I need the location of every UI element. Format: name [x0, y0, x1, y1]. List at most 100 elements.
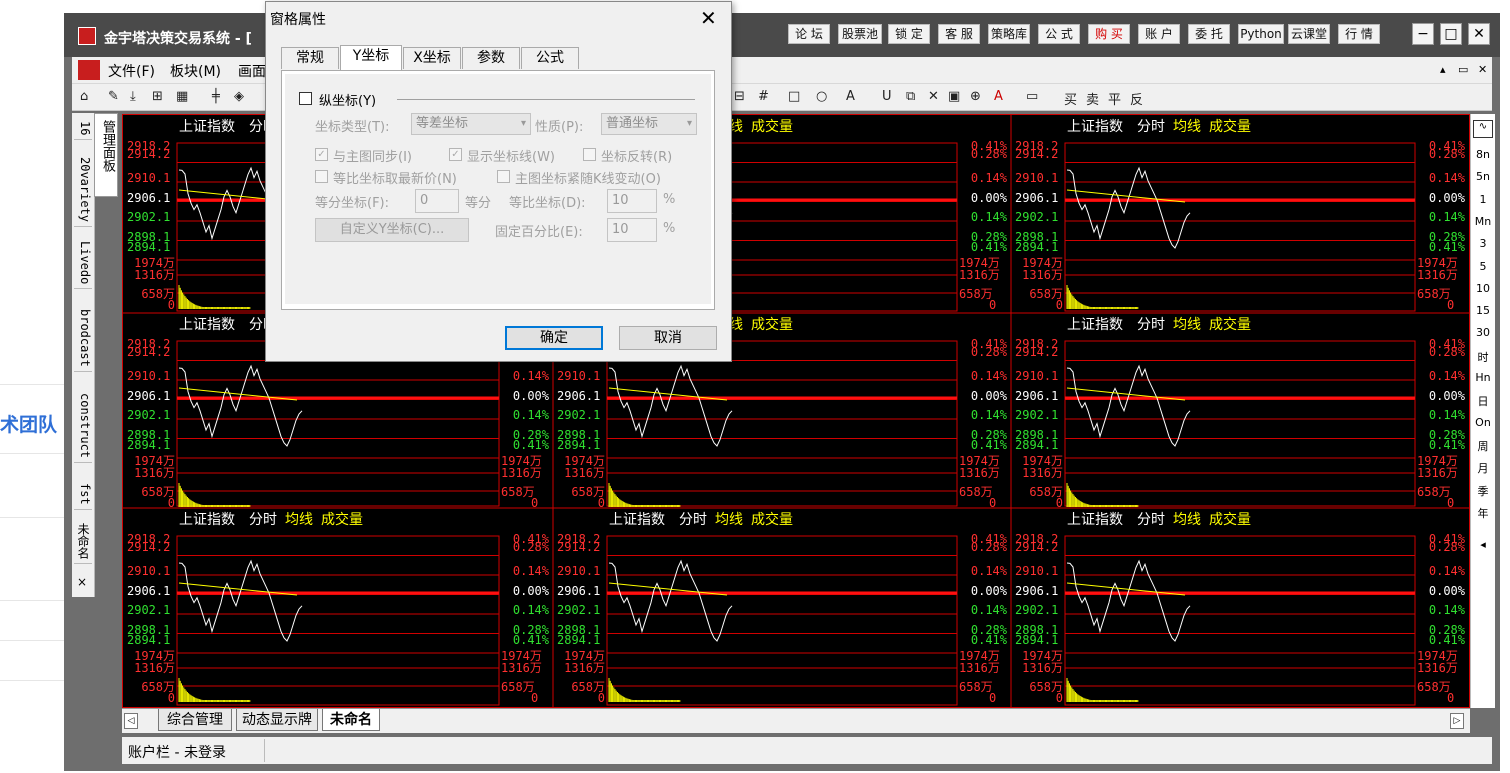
sync-main-checkbox[interactable]: ✓	[315, 148, 328, 161]
bottom-tab-dynamic-board[interactable]: 动态显示牌	[236, 709, 318, 731]
top-button-python[interactable]: Python	[1238, 24, 1284, 44]
tab-params[interactable]: 参数	[462, 47, 520, 69]
tab-y-axis[interactable]: Y坐标	[340, 45, 402, 70]
rect-icon[interactable]: □	[788, 89, 800, 104]
candle-icon[interactable]: ╪	[212, 89, 220, 104]
toolbar-sell[interactable]: 卖	[1086, 89, 1099, 108]
download-icon[interactable]: ⤓	[130, 89, 136, 104]
top-button-quotes[interactable]: 行 情	[1338, 24, 1380, 44]
period-button[interactable]: 8n	[1471, 148, 1495, 161]
management-panel-tab[interactable]: 管理面板	[94, 113, 118, 197]
toolbar-reverse[interactable]: 反	[1130, 89, 1143, 108]
period-button[interactable]: 10	[1471, 282, 1495, 295]
cancel-button[interactable]: 取消	[619, 326, 717, 350]
tab-x-axis[interactable]: X坐标	[403, 47, 461, 69]
period-button[interactable]: 1	[1471, 193, 1495, 206]
top-button-formula[interactable]: 公 式	[1038, 24, 1080, 44]
dialog-close-icon[interactable]: ✕	[700, 6, 717, 30]
period-button[interactable]: 15	[1471, 304, 1495, 317]
follow-k-label: 主图坐标紧随K线变动(O)	[515, 172, 661, 187]
top-button-cloud-class[interactable]: 云课堂	[1288, 24, 1330, 44]
grid-icon[interactable]: ▦	[176, 89, 188, 104]
tabs-scroll-right-icon[interactable]: ▷	[1450, 713, 1464, 729]
lock-icon[interactable]: ⊕	[970, 89, 981, 104]
menu-sector[interactable]: 板块(M)	[170, 61, 221, 81]
fixed-pct-input[interactable]: 10	[607, 218, 657, 242]
period-scroll-icon[interactable]: ◂	[1471, 538, 1495, 551]
tabs-scroll-left-icon[interactable]: ◁	[124, 713, 138, 729]
reverse-axis-checkbox[interactable]	[583, 148, 596, 161]
nature-select[interactable]: 普通坐标 ▾	[601, 113, 697, 135]
period-button[interactable]: 3	[1471, 237, 1495, 250]
left-tab-16[interactable]: 16	[74, 121, 92, 141]
align-icon[interactable]: ⊟	[734, 89, 745, 104]
top-button-support[interactable]: 客 服	[938, 24, 980, 44]
toolbar-close-position[interactable]: 平	[1108, 89, 1121, 108]
price-line	[178, 559, 303, 642]
period-button[interactable]: 5	[1471, 260, 1495, 273]
period-button[interactable]: Hn	[1471, 371, 1495, 384]
period-button[interactable]: Mn	[1471, 215, 1495, 228]
top-button-forum[interactable]: 论 坛	[788, 24, 830, 44]
period-button[interactable]: 30	[1471, 326, 1495, 339]
period-button[interactable]: On	[1471, 416, 1495, 429]
equal-diff-input[interactable]: 0	[415, 189, 459, 213]
ratio-latest-checkbox[interactable]	[315, 170, 328, 183]
delete-icon[interactable]: ✕	[928, 89, 939, 104]
period-button[interactable]: 季	[1471, 483, 1495, 499]
maximize-button[interactable]: □	[1440, 23, 1462, 45]
bottom-tab-overview[interactable]: 综合管理	[158, 709, 232, 731]
period-button[interactable]: 周	[1471, 438, 1495, 454]
top-button-account[interactable]: 账 户	[1138, 24, 1180, 44]
period-button[interactable]: 5n	[1471, 170, 1495, 183]
tab-general[interactable]: 常规	[281, 47, 339, 69]
mdi-close-icon[interactable]: ✕	[1478, 63, 1487, 76]
menu-screen[interactable]: 画面	[238, 61, 266, 81]
diamond-icon[interactable]: ◈	[234, 89, 244, 104]
period-button[interactable]: 年	[1471, 505, 1495, 521]
left-tab-20variety[interactable]: 20variety	[74, 157, 92, 228]
trash-icon[interactable]: ▣	[948, 89, 960, 104]
vertical-axis-checkbox[interactable]	[299, 92, 312, 105]
show-axis-line-checkbox[interactable]: ✓	[449, 148, 462, 161]
left-tab-close-icon[interactable]: ×	[77, 575, 87, 589]
custom-y-button[interactable]: 自定义Y坐标(C)...	[315, 218, 469, 242]
close-button[interactable]: ✕	[1468, 23, 1490, 45]
font-color-icon[interactable]: A	[994, 89, 1003, 104]
home-icon[interactable]: ⌂	[80, 89, 88, 104]
period-button[interactable]: 月	[1471, 460, 1495, 476]
left-tab-fst[interactable]: fst	[74, 483, 92, 510]
top-button-buy[interactable]: 购 买	[1088, 24, 1130, 44]
toolbar-buy[interactable]: 买	[1064, 89, 1077, 108]
magnet-icon[interactable]: U	[882, 89, 892, 104]
minimize-button[interactable]: −	[1412, 23, 1434, 45]
hash-icon[interactable]: #	[758, 89, 769, 104]
top-button-order[interactable]: 委 托	[1188, 24, 1230, 44]
save-icon[interactable]: ▭	[1026, 89, 1038, 104]
left-tab-untitled[interactable]: 未命名	[74, 523, 92, 564]
account-status[interactable]: 账户栏 - 未登录	[128, 742, 226, 762]
bottom-tab-untitled[interactable]: 未命名	[322, 709, 380, 731]
mdi-restore-icon[interactable]: ▭	[1458, 63, 1468, 76]
period-button[interactable]: 日	[1471, 393, 1495, 409]
tab-formula[interactable]: 公式	[521, 47, 579, 69]
layout-icon[interactable]: ⊞	[152, 89, 163, 104]
axis-type-select[interactable]: 等差坐标 ▾	[411, 113, 531, 135]
period-button[interactable]: 时	[1471, 349, 1495, 365]
left-tab-construct[interactable]: construct	[74, 393, 92, 464]
ok-button[interactable]: 确定	[505, 326, 603, 350]
ratio-coord-input[interactable]: 10	[607, 189, 657, 213]
draw-pen-icon[interactable]: ✎	[108, 89, 119, 104]
text-icon[interactable]: A	[846, 89, 855, 104]
chart-type-icon[interactable]: ∿	[1473, 120, 1493, 138]
mdi-minimize-icon[interactable]: ▴	[1440, 63, 1446, 76]
copy-icon[interactable]: ⧉	[906, 89, 915, 104]
left-tab-livedo[interactable]: Livedo	[74, 241, 92, 290]
top-button-strategy-lib[interactable]: 策略库	[988, 24, 1030, 44]
left-tab-brodcast[interactable]: brodcast	[74, 309, 92, 372]
top-button-lock[interactable]: 锁 定	[888, 24, 930, 44]
circle-icon[interactable]: ○	[816, 89, 827, 104]
top-button-stock-pool[interactable]: 股票池	[838, 24, 882, 44]
follow-k-checkbox[interactable]	[497, 170, 510, 183]
menu-file[interactable]: 文件(F)	[108, 61, 155, 81]
